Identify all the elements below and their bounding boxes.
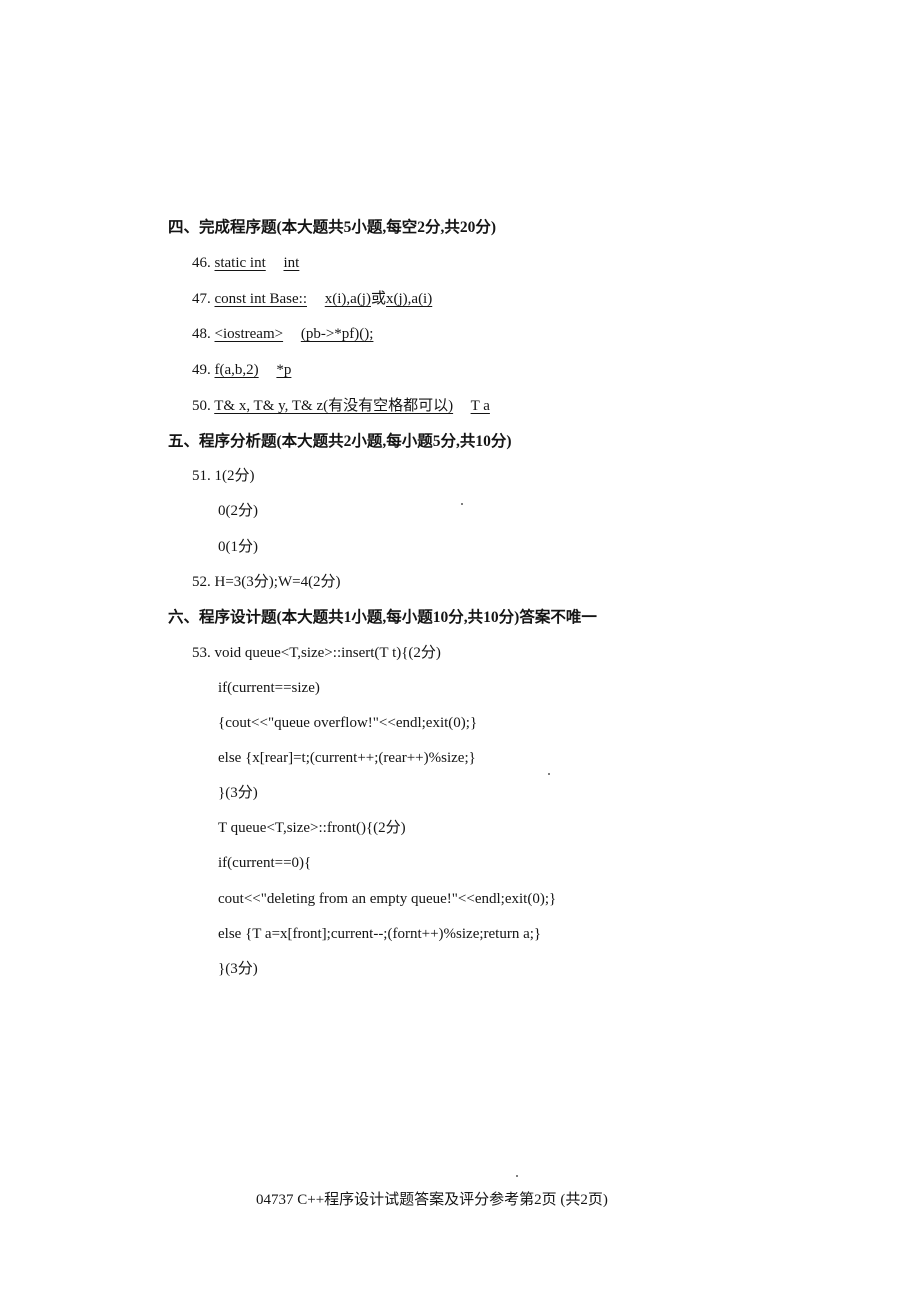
page-footer: 04737 C++程序设计试题答案及评分参考第2页 (共2页) (256, 1192, 608, 1208)
section-4-heading: 四、完成程序题(本大题共5小题,每空2分,共20分) (168, 219, 497, 236)
answer-51-line-1: 51. 1(2分) (192, 468, 255, 484)
answer-53-first-line: 53. void queue<T,size>::insert(T t){(2分) (192, 645, 441, 661)
answer-blank: T& x, T& y, T& z(有没有空格都可以) (214, 398, 454, 414)
or-separator: 或 (370, 291, 386, 307)
code-line: {cout<<"queue overflow!"<<endl;exit(0);} (218, 715, 478, 731)
answer-blank: static int (214, 255, 266, 271)
scan-speck (461, 503, 463, 505)
code-line: else {x[rear]=t;(current++;(rear++)%size… (218, 750, 476, 766)
answer-48: 48. <iostream> (pb->*pf)(); (192, 324, 373, 344)
code-line: T queue<T,size>::front(){(2分) (218, 820, 406, 836)
scan-speck (548, 773, 550, 775)
section-5-heading: 五、程序分析题(本大题共2小题,每小题5分,共10分) (168, 433, 512, 450)
question-number: 48. (192, 326, 211, 342)
question-number: 47. (192, 291, 211, 307)
answer-blank: x(j),a(i) (386, 291, 433, 307)
code-line: if(current==0){ (218, 855, 312, 871)
answer-blank: int (283, 255, 300, 271)
question-number: 49. (192, 362, 211, 378)
code-line: }(3分) (218, 785, 258, 801)
code-line: if(current==size) (218, 680, 320, 696)
code-line: cout<<"deleting from an empty queue!"<<e… (218, 891, 557, 907)
code-line: else {T a=x[front];current--;(fornt++)%s… (218, 926, 542, 942)
question-number: 46. (192, 255, 211, 271)
answer-blank: x(i),a(j) (324, 291, 371, 307)
answer-51-line-3: 0(1分) (218, 539, 258, 555)
answer-blank: *p (276, 362, 292, 378)
answer-blank: T a (470, 398, 490, 414)
answer-blank: (pb->*pf)(); (300, 326, 374, 342)
section-6-heading: 六、程序设计题(本大题共1小题,每小题10分,共10分)答案不唯一 (168, 609, 597, 626)
answer-50: 50. T& x, T& y, T& z(有没有空格都可以) T a (192, 396, 490, 416)
answer-51-line-2: 0(2分) (218, 503, 258, 519)
scan-speck (516, 1175, 518, 1177)
answer-47: 47. const int Base:: x(i),a(j)或x(j),a(i) (192, 289, 432, 309)
answer-52: 52. H=3(3分);W=4(2分) (192, 574, 341, 590)
code-line: }(3分) (218, 961, 258, 977)
answer-46: 46. static int int (192, 253, 299, 273)
answer-blank: const int Base:: (214, 291, 308, 307)
answer-blank: f(a,b,2) (214, 362, 259, 378)
question-number: 50. (192, 398, 211, 414)
answer-blank: <iostream> (214, 326, 284, 342)
answer-49: 49. f(a,b,2) *p (192, 360, 291, 380)
